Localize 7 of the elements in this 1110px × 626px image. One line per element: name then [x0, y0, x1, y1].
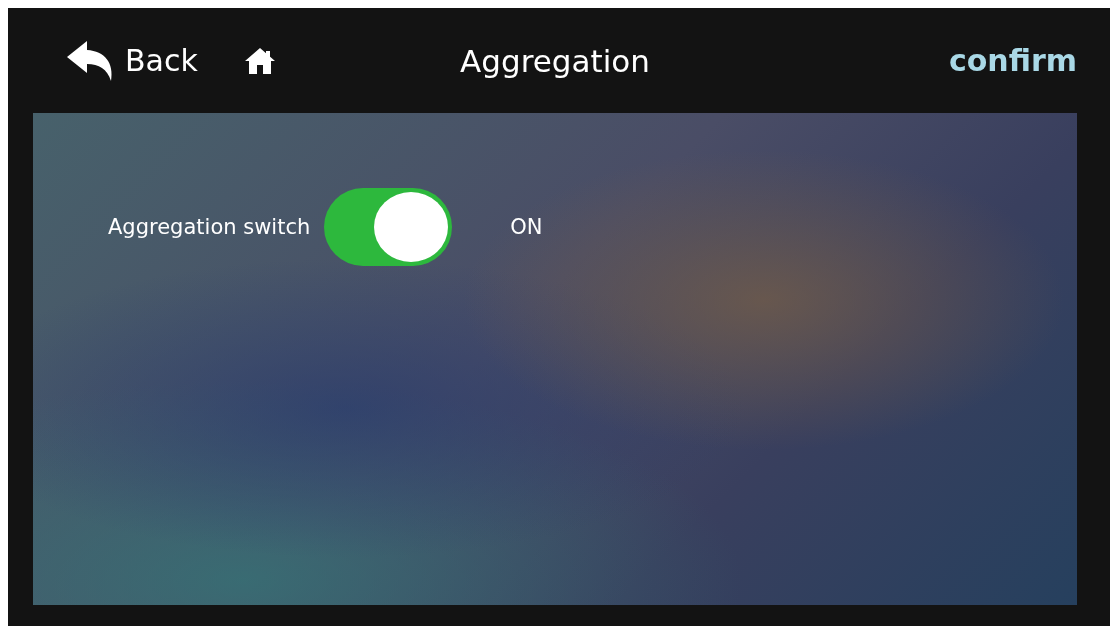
- switch-state-text: ON: [510, 215, 543, 239]
- page-title: Aggregation: [460, 42, 650, 79]
- back-button[interactable]: Back: [67, 40, 198, 81]
- confirm-button[interactable]: confirm: [948, 43, 1077, 78]
- home-icon[interactable]: [243, 46, 276, 75]
- setting-label: Aggregation switch: [108, 215, 311, 239]
- back-arrow-icon: [67, 40, 115, 81]
